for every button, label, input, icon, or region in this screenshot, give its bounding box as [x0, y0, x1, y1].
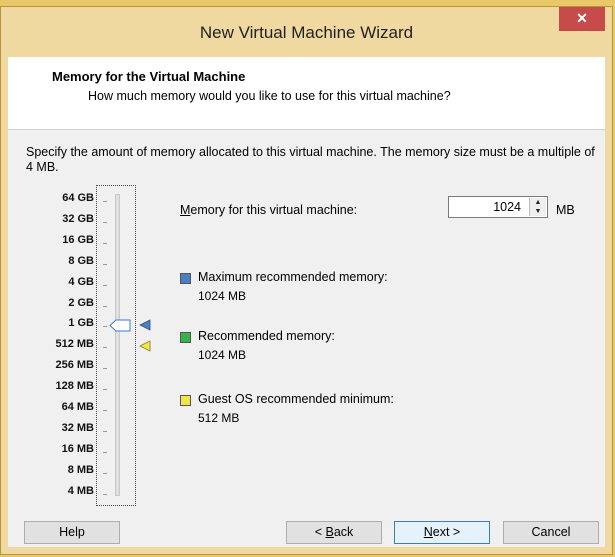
stepper-up-icon[interactable]: ▲ — [530, 198, 546, 207]
slider-tick — [103, 389, 107, 391]
next-button[interactable]: Next > — [394, 521, 490, 544]
back-label-pre: < — [314, 525, 326, 539]
yellow-square-icon — [180, 395, 191, 406]
scale-label: 64 MB — [61, 401, 94, 413]
close-button[interactable]: ✕ — [559, 7, 605, 31]
scale-label: 32 MB — [61, 421, 94, 434]
scale-label: 8 MB — [67, 463, 94, 476]
scale-label: 128 MB — [55, 380, 94, 393]
memory-field-label-rest: emory for this virtual machine: — [190, 203, 358, 217]
scale-label: 1 GB — [68, 317, 94, 330]
memory-unit: MB — [556, 203, 575, 217]
wizard-header: Memory for the Virtual Machine How much … — [8, 57, 605, 130]
page-subtitle: How much memory would you like to use fo… — [88, 89, 451, 103]
slider-track[interactable] — [115, 194, 120, 496]
slider-tick — [103, 493, 107, 495]
wizard-window: New Virtual Machine Wizard ✕ Memory for … — [0, 6, 613, 555]
slider-tick — [103, 221, 107, 223]
scale-label: 2 GB — [68, 296, 94, 309]
memory-slider[interactable] — [96, 185, 136, 506]
next-label-mnemonic: N — [423, 525, 433, 539]
back-label-mnemonic: B — [325, 525, 334, 539]
cancel-button[interactable]: Cancel — [503, 521, 599, 544]
back-label-post: ack — [333, 525, 354, 539]
scale-label: 8 GB — [68, 254, 94, 267]
slider-tick — [103, 263, 107, 265]
slider-tick — [103, 368, 107, 370]
slider-tick — [103, 201, 107, 202]
legend-title: Maximum recommended memory: — [198, 270, 388, 284]
slider-tick — [103, 451, 107, 453]
description-text: Specify the amount of memory allocated t… — [26, 145, 595, 174]
memory-input[interactable]: 1024 ▲ ▼ — [448, 196, 548, 218]
memory-stepper[interactable]: ▲ ▼ — [529, 198, 546, 216]
back-button[interactable]: < Back — [286, 521, 382, 544]
window-title: New Virtual Machine Wizard — [199, 23, 414, 42]
legend-value: 1024 MB — [198, 289, 247, 303]
memory-field-label: Memory for this virtual machine: — [180, 203, 357, 217]
slider-tick — [103, 472, 107, 474]
max-recommended-marker-icon — [139, 319, 151, 332]
legend-title: Guest OS recommended minimum: — [198, 392, 394, 406]
slider-tick — [103, 326, 107, 328]
scale-label: 32 GB — [62, 212, 94, 225]
slider-tick — [103, 347, 107, 349]
next-label-post: ext > — [432, 525, 461, 539]
slider-tick — [103, 410, 107, 411]
slider-thumb[interactable] — [109, 319, 131, 332]
green-square-icon — [180, 332, 191, 343]
scale-label: 4 MB — [67, 484, 94, 497]
memory-field-label-mnemonic: M — [180, 203, 191, 217]
slider-tick — [103, 242, 107, 244]
slider-tick — [103, 305, 107, 307]
scale-label: 256 MB — [55, 359, 94, 372]
guest-minimum-marker-icon — [139, 340, 151, 352]
scale-label: 64 GB — [62, 192, 94, 204]
slider-tick — [103, 284, 107, 286]
scale-label: 4 GB — [68, 275, 94, 288]
close-icon: ✕ — [576, 10, 588, 26]
page-title: Memory for the Virtual Machine — [52, 69, 246, 84]
memory-input-value: 1024 — [493, 200, 521, 214]
stepper-down-icon[interactable]: ▼ — [530, 207, 546, 216]
scale-label: 16 MB — [61, 442, 94, 455]
scale-label: 16 GB — [62, 233, 94, 246]
help-button[interactable]: Help — [24, 521, 120, 544]
legend-value: 1024 MB — [198, 348, 247, 362]
title-bar[interactable]: New Virtual Machine Wizard ✕ — [1, 7, 612, 57]
legend-value: 512 MB — [198, 411, 240, 425]
scale-label: 512 MB — [55, 338, 94, 351]
wizard-body: Memory for the Virtual Machine How much … — [8, 57, 605, 547]
legend-title: Recommended memory: — [198, 329, 335, 343]
blue-square-icon — [180, 273, 191, 284]
slider-tick — [103, 430, 107, 432]
